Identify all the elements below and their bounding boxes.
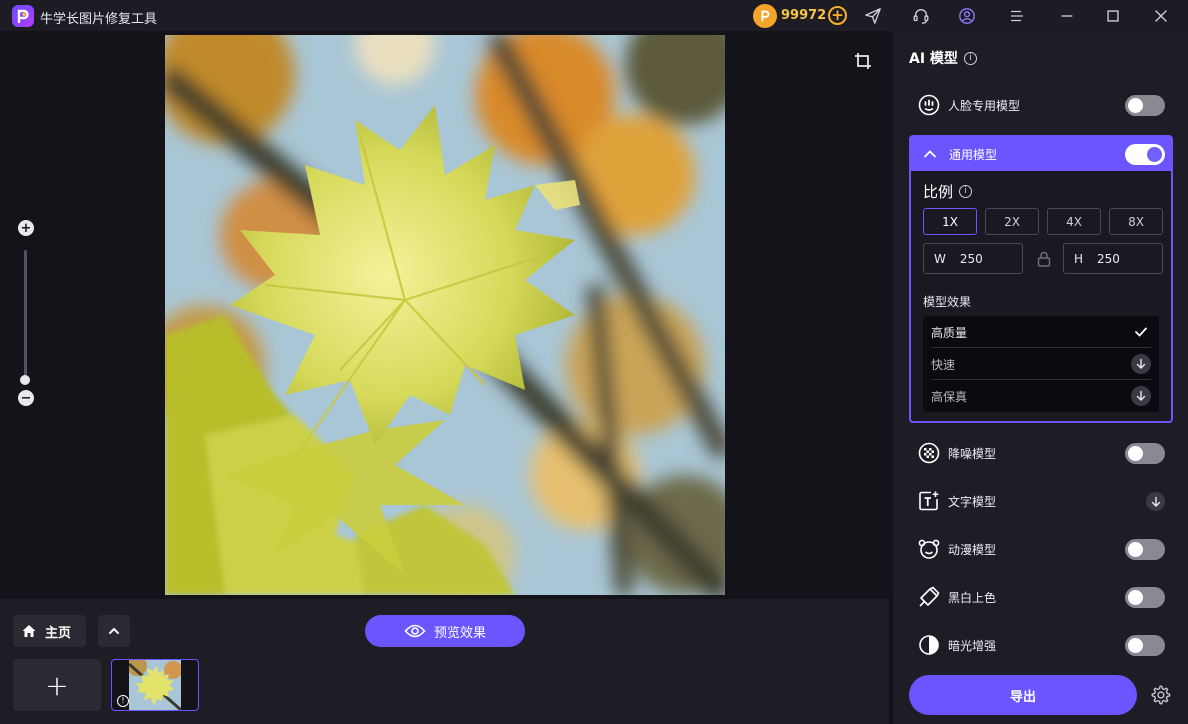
scale-title-text: 比例 xyxy=(923,183,954,201)
scale-8x-button[interactable]: 8X xyxy=(1109,208,1163,235)
text-model-icon xyxy=(918,490,940,512)
leaf-photo xyxy=(165,35,725,595)
home-label: 主页 xyxy=(45,625,72,641)
app-logo-icon xyxy=(12,5,34,27)
image-thumbnail[interactable]: ! xyxy=(111,659,199,711)
lowlight-model-toggle[interactable] xyxy=(1125,635,1165,656)
effect-label: 快速 xyxy=(931,357,956,372)
model-label-colorize: 黑白上色 xyxy=(948,590,997,605)
send-icon[interactable] xyxy=(862,5,884,27)
anime-icon xyxy=(918,538,940,560)
width-value: 250 xyxy=(959,251,983,266)
thumbnail-info-icon[interactable]: ! xyxy=(117,695,129,707)
scale-info-icon[interactable]: i xyxy=(959,185,973,198)
download-icon[interactable] xyxy=(1131,386,1151,406)
model-label-lowlight: 暗光增强 xyxy=(948,638,997,653)
effect-label: 高质量 xyxy=(931,325,968,340)
eye-icon xyxy=(404,624,426,638)
lock-icon[interactable] xyxy=(1035,250,1053,268)
face-model-toggle[interactable] xyxy=(1125,95,1165,116)
chevron-up-icon xyxy=(109,627,119,634)
headset-icon[interactable] xyxy=(910,5,932,27)
general-model-toggle[interactable] xyxy=(1125,144,1165,165)
anime-model-toggle[interactable] xyxy=(1125,539,1165,560)
effect-option-high-quality[interactable]: 高质量 xyxy=(931,316,1151,348)
brush-icon xyxy=(918,586,940,608)
info-icon[interactable]: i xyxy=(963,51,977,65)
export-button[interactable]: 导出 xyxy=(909,675,1137,715)
add-coins-button[interactable]: + xyxy=(828,6,847,25)
scale-title: 比例 i xyxy=(923,181,973,202)
coin-icon xyxy=(753,4,777,28)
model-label-anime: 动漫模型 xyxy=(948,542,997,557)
check-icon xyxy=(1131,322,1151,342)
model-row-anime[interactable]: 动漫模型 xyxy=(909,531,1173,567)
effect-option-high-fidelity[interactable]: 高保真 xyxy=(931,380,1151,412)
scale-2x-button[interactable]: 2X xyxy=(985,208,1039,235)
face-icon xyxy=(918,94,940,116)
effect-list: 高质量 快速 高保真 xyxy=(923,316,1159,412)
preview-label: 预览效果 xyxy=(433,625,486,641)
download-icon[interactable] xyxy=(1146,492,1165,511)
model-row-text[interactable]: 文字模型 xyxy=(909,483,1173,519)
minimize-icon[interactable] xyxy=(1056,5,1078,27)
download-icon[interactable] xyxy=(1131,354,1151,374)
crop-icon[interactable] xyxy=(853,51,873,71)
add-image-button[interactable]: + xyxy=(13,659,101,711)
preview-button[interactable]: 预览效果 xyxy=(365,615,525,647)
effect-option-fast[interactable]: 快速 xyxy=(931,348,1151,380)
zoom-slider-track[interactable] xyxy=(24,250,27,380)
model-label-denoise: 降噪模型 xyxy=(948,446,997,461)
gear-icon[interactable] xyxy=(1149,684,1171,706)
model-label-text: 文字模型 xyxy=(948,494,997,509)
thumbnail-image xyxy=(129,660,181,710)
scale-4x-button[interactable]: 4X xyxy=(1047,208,1101,235)
collapse-button[interactable] xyxy=(98,615,130,647)
menu-icon[interactable] xyxy=(1006,5,1028,27)
zoom-out-button[interactable]: − xyxy=(18,390,34,406)
effect-title: 模型效果 xyxy=(923,295,972,309)
app-window: 牛学长图片修复工具 99972 + + − 主页 预览效果 + ! AI 模型 … xyxy=(0,0,1188,724)
close-icon[interactable] xyxy=(1150,5,1172,27)
zoom-in-button[interactable]: + xyxy=(18,220,34,236)
account-icon[interactable] xyxy=(956,5,978,27)
model-label-face: 人脸专用模型 xyxy=(948,98,1021,113)
maximize-icon[interactable] xyxy=(1102,5,1124,27)
app-title: 牛学长图片修复工具 xyxy=(40,12,158,27)
model-row-colorize[interactable]: 黑白上色 xyxy=(909,579,1173,615)
height-label: H xyxy=(1074,251,1084,266)
home-button[interactable]: 主页 xyxy=(13,615,86,647)
denoise-model-toggle[interactable] xyxy=(1125,443,1165,464)
model-row-denoise[interactable]: 降噪模型 xyxy=(909,435,1173,471)
general-model-header[interactable]: 通用模型 xyxy=(911,137,1171,171)
model-row-lowlight[interactable]: 暗光增强 xyxy=(909,627,1173,663)
colorize-model-toggle[interactable] xyxy=(1125,587,1165,608)
zoom-slider-handle[interactable] xyxy=(20,375,30,385)
model-row-face[interactable]: 人脸专用模型 xyxy=(909,87,1173,123)
title-bar: 牛学长图片修复工具 99972 + xyxy=(0,0,1188,31)
model-label-general: 通用模型 xyxy=(949,147,998,162)
chevron-up-icon xyxy=(924,150,936,158)
effect-label: 高保真 xyxy=(931,389,968,404)
height-value: 250 xyxy=(1097,251,1120,266)
width-field[interactable]: W 250 xyxy=(923,243,1023,274)
denoise-icon xyxy=(918,442,940,464)
panel-title: AI 模型 i xyxy=(909,48,977,68)
panel-title-text: AI 模型 xyxy=(909,51,958,67)
height-field[interactable]: H 250 xyxy=(1063,243,1163,274)
contrast-icon xyxy=(918,634,940,656)
scale-1x-button[interactable]: 1X xyxy=(923,208,977,235)
general-model-card: 通用模型 比例 i 1X 2X 4X 8X W 250 H 250 模型效果 高… xyxy=(909,135,1173,423)
width-label: W xyxy=(934,251,946,266)
coin-balance: 99972 xyxy=(781,8,827,23)
home-icon xyxy=(22,625,36,637)
photo-canvas[interactable] xyxy=(165,35,725,595)
